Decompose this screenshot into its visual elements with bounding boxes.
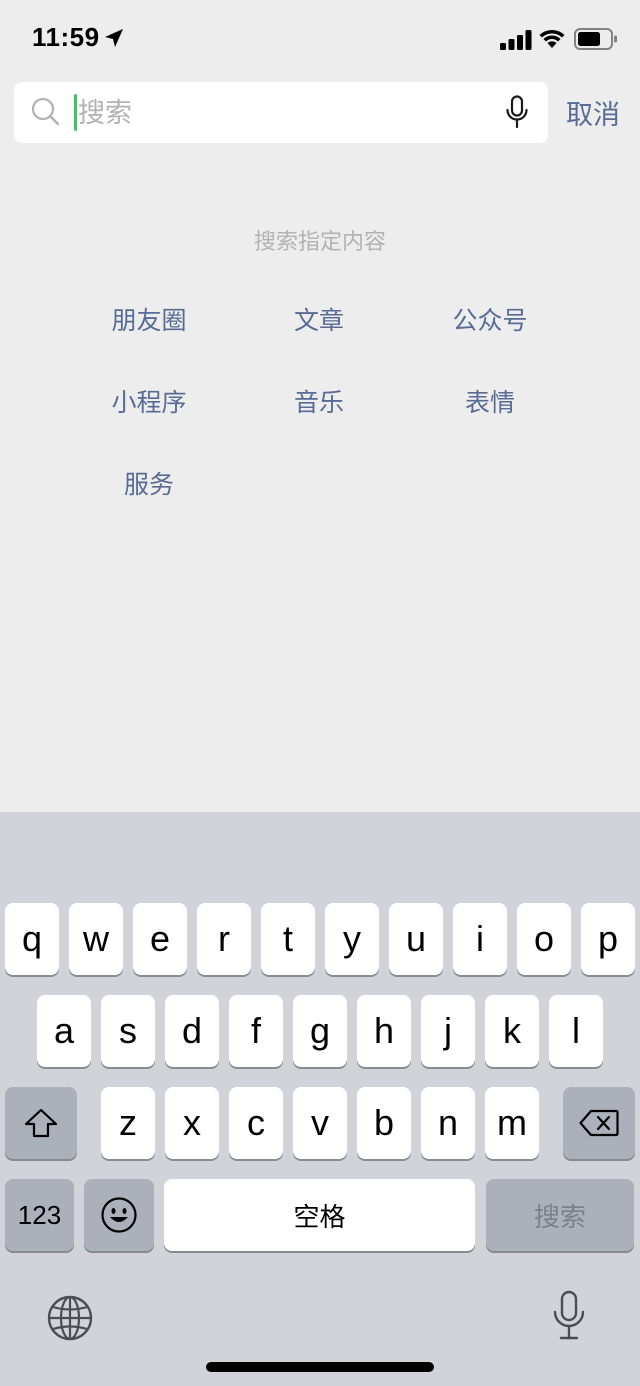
space-key[interactable]: 空格 (164, 1179, 475, 1251)
category-music[interactable]: 音乐 (229, 378, 409, 428)
cancel-button[interactable]: 取消 (566, 92, 620, 132)
key-o[interactable]: o (517, 903, 571, 975)
key-l[interactable]: l (549, 995, 603, 1067)
key-z[interactable]: z (101, 1087, 155, 1159)
key-i[interactable]: i (453, 903, 507, 975)
search-icon (31, 97, 60, 126)
key-a[interactable]: a (37, 995, 91, 1067)
numbers-key[interactable]: 123 (5, 1179, 74, 1251)
status-time: 11:59 (32, 22, 100, 52)
key-g[interactable]: g (293, 995, 347, 1067)
emoji-key[interactable] (84, 1179, 154, 1251)
microphone-icon[interactable] (504, 95, 530, 129)
backspace-icon (579, 1109, 619, 1137)
key-j[interactable]: j (421, 995, 475, 1067)
key-p[interactable]: p (581, 903, 635, 975)
key-b[interactable]: b (357, 1087, 411, 1159)
battery-icon (574, 28, 617, 50)
key-h[interactable]: h (357, 995, 411, 1067)
key-n[interactable]: n (421, 1087, 475, 1159)
emoji-smiley-icon (101, 1197, 137, 1233)
category-official-accounts[interactable]: 公众号 (400, 296, 580, 346)
category-articles[interactable]: 文章 (229, 296, 409, 346)
category-mini-programs[interactable]: 小程序 (59, 378, 239, 428)
key-y[interactable]: y (325, 903, 379, 975)
search-hint: 搜索指定内容 (253, 230, 386, 255)
key-q[interactable]: q (5, 903, 59, 975)
key-v[interactable]: v (293, 1087, 347, 1159)
search-box[interactable] (14, 82, 548, 143)
category-stickers[interactable]: 表情 (400, 378, 580, 428)
key-r[interactable]: r (197, 903, 251, 975)
key-m[interactable]: m (485, 1087, 539, 1159)
search-input[interactable] (78, 92, 478, 134)
key-c[interactable]: c (229, 1087, 283, 1159)
key-x[interactable]: x (165, 1087, 219, 1159)
category-moments[interactable]: 朋友圈 (59, 296, 239, 346)
globe-icon[interactable] (46, 1294, 94, 1342)
home-indicator[interactable] (206, 1362, 434, 1372)
cellular-signal-icon (500, 30, 532, 50)
key-t[interactable]: t (261, 903, 315, 975)
key-d[interactable]: d (165, 995, 219, 1067)
delete-key[interactable] (563, 1087, 635, 1159)
search-key[interactable]: 搜索 (486, 1179, 634, 1251)
wifi-icon (539, 29, 565, 48)
shift-arrow-icon (24, 1108, 58, 1138)
key-u[interactable]: u (389, 903, 443, 975)
dictation-microphone-icon[interactable] (552, 1290, 586, 1342)
text-caret (74, 94, 77, 131)
category-services[interactable]: 服务 (59, 460, 239, 510)
key-s[interactable]: s (101, 995, 155, 1067)
key-e[interactable]: e (133, 903, 187, 975)
shift-key[interactable] (5, 1087, 77, 1159)
key-f[interactable]: f (229, 995, 283, 1067)
key-k[interactable]: k (485, 995, 539, 1067)
key-w[interactable]: w (69, 903, 123, 975)
location-arrow-icon (105, 29, 123, 47)
status-bar: 11:59 (0, 0, 640, 80)
